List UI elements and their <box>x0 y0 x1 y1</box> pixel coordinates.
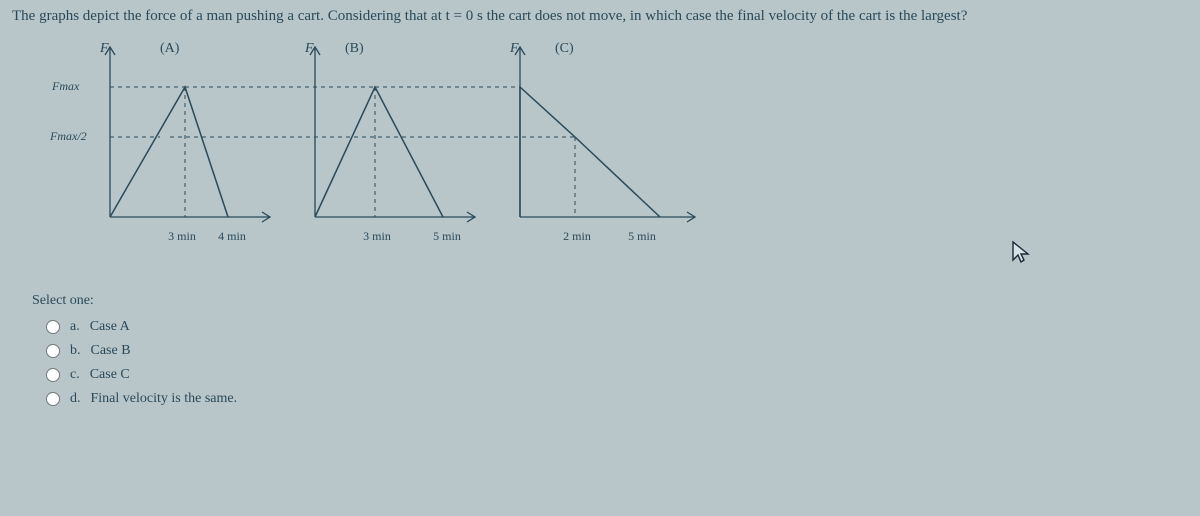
graph-c-tick-2: 5 min <box>622 229 662 244</box>
question-text: The graphs depict the force of a man pus… <box>12 8 1188 25</box>
option-c[interactable]: c. Case C <box>46 367 1188 383</box>
graph-c-f-label: F <box>509 41 519 56</box>
option-a-text: Case A <box>90 319 130 335</box>
option-a[interactable]: a. Case A <box>46 319 1188 335</box>
option-b-text: Case B <box>91 343 131 359</box>
graphs-container: Fmax Fmax/2 F (A) <box>42 37 1188 257</box>
graph-a-tick-1: 3 min <box>162 229 202 244</box>
graph-b-tick-2: 5 min <box>427 229 467 244</box>
option-b[interactable]: b. Case B <box>46 343 1188 359</box>
graph-c-tick-1: 2 min <box>557 229 597 244</box>
graph-a-case-label: (A) <box>160 41 180 56</box>
graph-a-tick-2: 4 min <box>212 229 252 244</box>
option-b-prefix: b. <box>70 343 81 359</box>
y-label-fmax: Fmax <box>52 79 79 94</box>
graph-b-f-label: F <box>304 41 314 56</box>
option-d-text: Final velocity is the same. <box>91 391 238 407</box>
y-axis-labels: Fmax Fmax/2 <box>42 37 92 217</box>
option-d[interactable]: d. Final velocity is the same. <box>46 391 1188 407</box>
option-c-prefix: c. <box>70 367 80 383</box>
graph-b-case-label: (B) <box>345 41 364 56</box>
options-section: Select one: a. Case A b. Case B c. Case … <box>32 293 1188 407</box>
graph-a-f-label: F <box>100 41 109 56</box>
cursor-icon <box>1010 240 1032 270</box>
radio-c[interactable] <box>46 368 60 382</box>
y-label-fmax2: Fmax/2 <box>50 129 87 144</box>
graphs-svg: F (A) F (B) <box>100 37 720 252</box>
graph-c-case-label: (C) <box>555 41 574 56</box>
radio-b[interactable] <box>46 344 60 358</box>
radio-a[interactable] <box>46 320 60 334</box>
option-a-prefix: a. <box>70 319 80 335</box>
option-d-prefix: d. <box>70 391 81 407</box>
graph-b-tick-1: 3 min <box>357 229 397 244</box>
select-one-label: Select one: <box>32 293 1188 309</box>
radio-d[interactable] <box>46 392 60 406</box>
option-c-text: Case C <box>90 367 130 383</box>
